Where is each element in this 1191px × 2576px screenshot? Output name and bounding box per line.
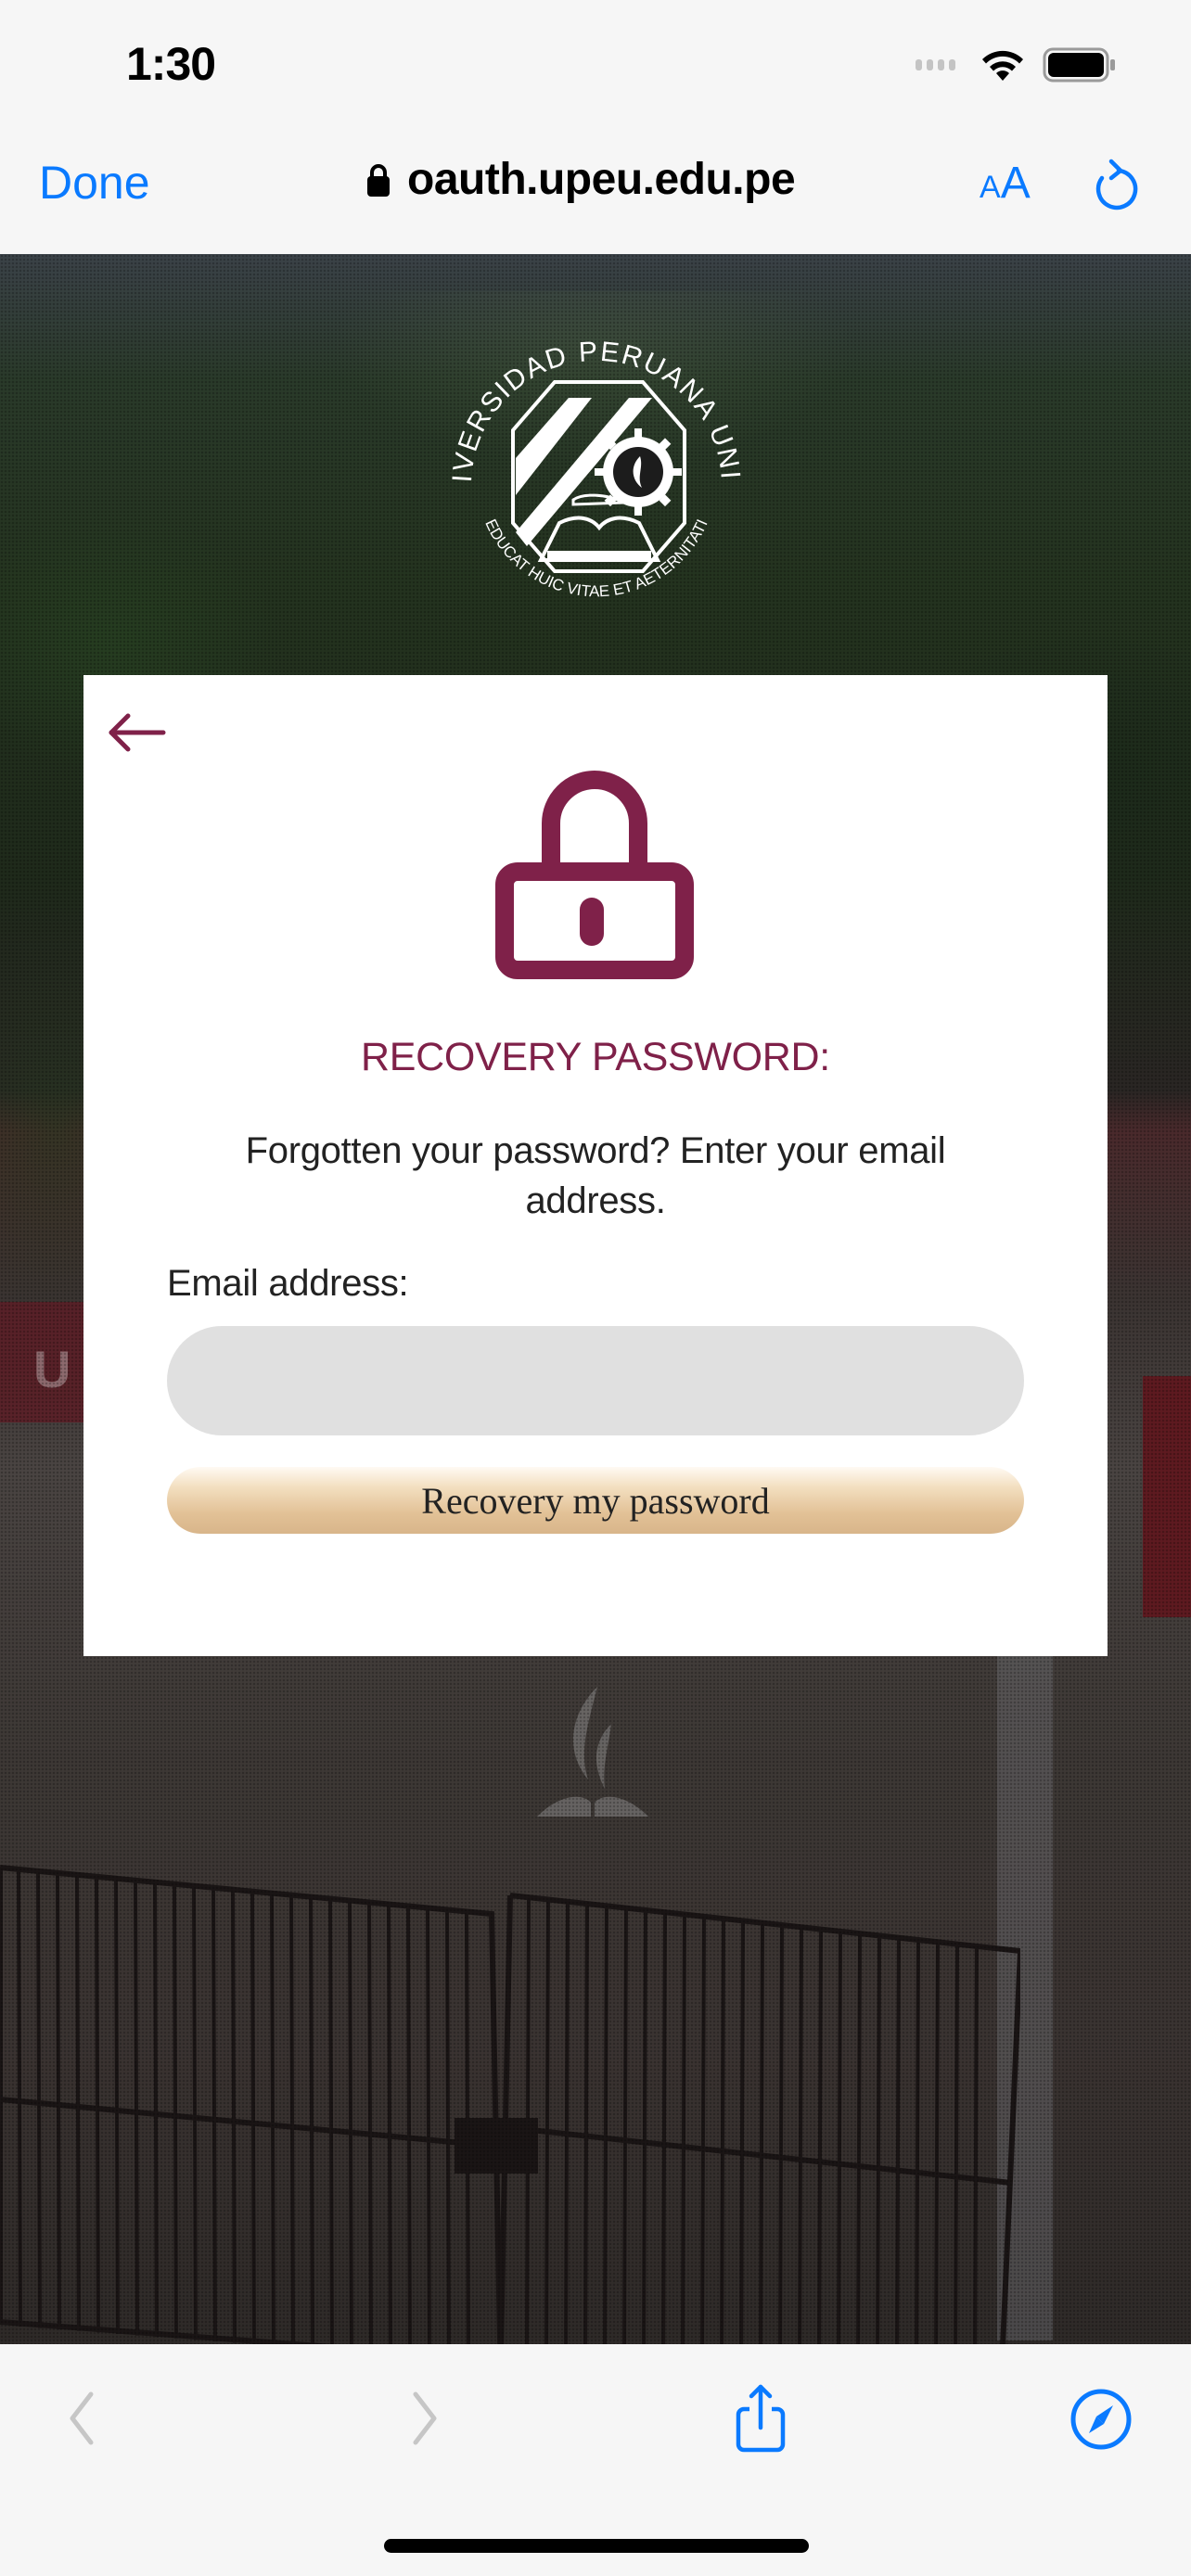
browser-toolbar: Done oauth.upeu.edu.pe AA: [0, 130, 1191, 254]
compass-icon[interactable]: [1069, 2387, 1133, 2452]
battery-icon: [1043, 47, 1115, 83]
reload-icon[interactable]: [1091, 158, 1139, 213]
recover-password-button[interactable]: Recovery my password: [167, 1467, 1024, 1534]
cellular-signal-icon: [916, 59, 955, 70]
email-input[interactable]: [167, 1326, 1024, 1435]
status-bar: 1:30: [0, 0, 1191, 130]
page-title: RECOVERY PASSWORD:: [361, 1035, 830, 1079]
status-icons: [916, 46, 1117, 83]
chevron-left-icon[interactable]: [63, 2391, 100, 2446]
university-seal-logo: UNIVERSIDAD PERUANA UNION EDUCAT HUIC VI…: [443, 328, 744, 600]
text-size-button[interactable]: AA: [980, 158, 1031, 209]
email-label: Email address:: [167, 1263, 409, 1304]
done-button[interactable]: Done: [39, 156, 150, 210]
status-time: 1:30: [126, 38, 216, 90]
home-indicator: [384, 2539, 809, 2553]
text-size-big-label: A: [1000, 159, 1031, 208]
recovery-card: RECOVERY PASSWORD: Forgotten your passwo…: [83, 675, 1108, 1656]
instructions-text: Forgotten your password? Enter your emai…: [245, 1130, 946, 1221]
arrow-left-icon[interactable]: [108, 712, 167, 753]
address-bar[interactable]: oauth.upeu.edu.pe: [366, 154, 796, 205]
text-size-small-label: A: [980, 170, 1001, 205]
lock-icon: [495, 771, 694, 979]
url-text: oauth.upeu.edu.pe: [407, 155, 796, 204]
lock-icon: [367, 163, 390, 197]
share-icon[interactable]: [731, 2383, 790, 2454]
chevron-right-icon[interactable]: [406, 2391, 443, 2446]
wifi-icon: [982, 50, 1023, 81]
